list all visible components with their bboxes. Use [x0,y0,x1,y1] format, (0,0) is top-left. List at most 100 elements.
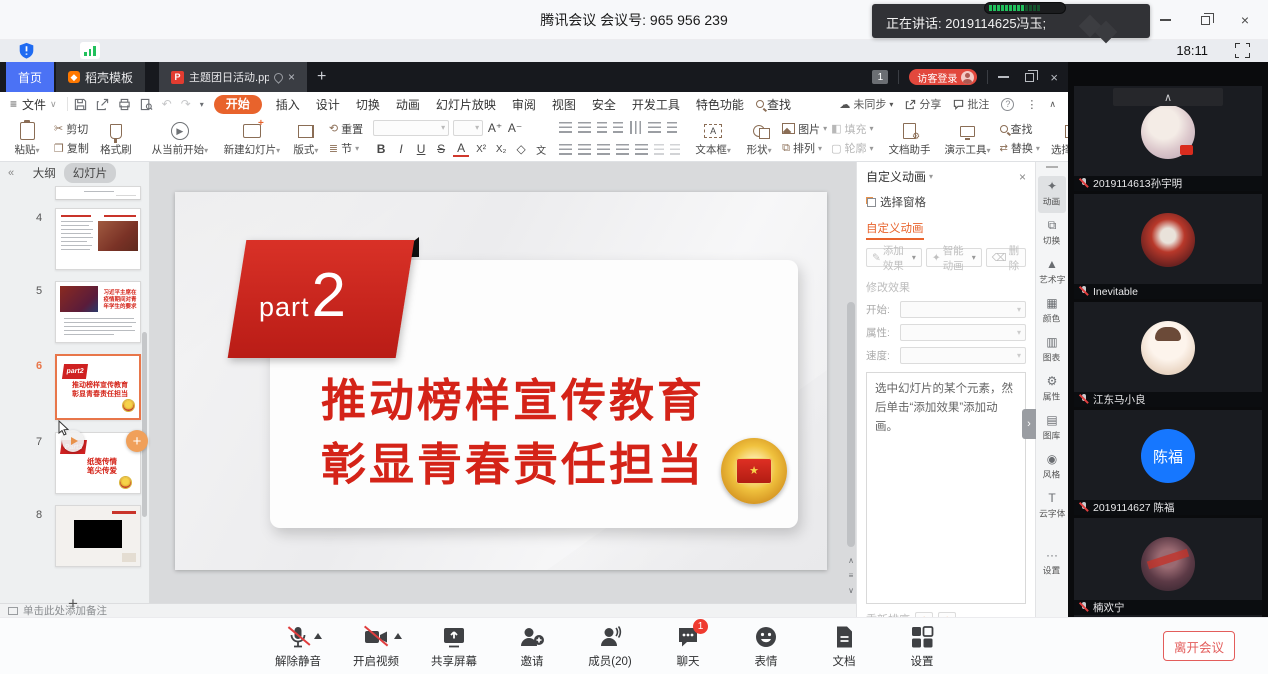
minimize-button[interactable] [1156,11,1174,29]
settings-button[interactable]: 设置 [896,624,948,669]
text-tools-button[interactable]: 文 [533,142,549,157]
tab-outline[interactable]: 大纲 [33,165,56,181]
tab-docer-templates[interactable]: ◆ 稻壳模板 [56,62,145,92]
start-video-button[interactable]: 开启视频 [350,624,402,669]
video-options-caret[interactable] [394,633,402,639]
participant-tile[interactable]: 楠欢宁 [1074,518,1262,617]
fullscreen-icon[interactable] [1235,43,1250,58]
sidebar-item-cloudfont[interactable]: T云字体 [1038,488,1066,525]
cut-button[interactable]: ✂剪切 [54,121,89,137]
arrange-button[interactable]: ⧉排列▾ [782,140,827,156]
play-from-current-button[interactable]: ▶ 从当前开始▾ [149,119,211,158]
smart-animation-button[interactable]: ✦智能动画▾ [926,248,982,267]
font-size-select[interactable]: ▾ [453,120,483,136]
align-left-icon[interactable] [559,144,572,155]
underline-button[interactable]: U [413,142,429,156]
picture-button[interactable]: 图片▾ [782,121,827,137]
sidebar-item-chart[interactable]: ▥图表 [1038,332,1066,369]
wps-minimize-button[interactable] [998,76,1009,78]
slide-thumb-4[interactable] [55,208,141,270]
shapes-button[interactable]: 形状▾ [740,119,778,158]
leave-meeting-button[interactable]: 离开会议 [1163,631,1235,661]
layout-button[interactable]: 版式▾ [287,119,325,158]
indent-right-icon[interactable] [670,144,680,155]
decrease-indent-icon[interactable] [597,122,607,133]
tab-slides[interactable]: 幻灯片 [64,163,117,183]
share-screen-button[interactable]: 共享屏幕 [428,624,480,669]
copy-button[interactable]: ❐复制 [54,140,89,156]
print-preview-icon[interactable] [140,98,153,111]
menu-devtools[interactable]: 开发工具 [624,96,688,113]
security-shield-icon[interactable] [18,42,35,59]
find-button[interactable]: 查找 [1000,121,1040,137]
strikethrough-button[interactable]: S [433,142,449,156]
slide-thumb-partial[interactable] [55,186,141,200]
outline-button[interactable]: ▢轮廓▾ [831,140,873,156]
align-center-icon[interactable] [578,144,591,155]
undo-icon[interactable]: ↶ [162,97,172,111]
more-menu-icon[interactable]: ⋮ [1026,98,1037,111]
chevron-down-icon[interactable]: ▾ [929,172,933,181]
mic-options-caret[interactable] [314,633,322,639]
fill-button[interactable]: ◧填充▾ [831,121,873,137]
menu-file[interactable]: 文件 [22,96,46,113]
text-direction-icon[interactable] [630,121,641,134]
thumbnails-scrollbar[interactable] [142,332,147,517]
increase-indent-icon[interactable] [613,122,623,133]
wps-restore-button[interactable] [1025,73,1034,82]
menu-transition[interactable]: 切换 [348,96,388,113]
new-tab-button[interactable]: + [307,62,336,92]
share-button[interactable]: 分享 [905,96,941,112]
guest-login-button[interactable]: 访客登录 [909,69,977,85]
sidebar-item-animation[interactable]: ✦动画 [1038,176,1066,213]
slide-thumb-6-selected[interactable]: part2 推动榜样宣传教育 彰显青春责任担当 [55,354,141,420]
section-button[interactable]: ≣节▾ [329,140,363,156]
comment-button[interactable]: 批注 [953,96,989,112]
slide-title-line2[interactable]: 彰显青春责任担当 [321,428,705,493]
close-panel-icon[interactable]: × [1019,170,1026,184]
bullet-list-icon[interactable] [559,122,572,133]
prev-slide-button[interactable]: ∧ [848,556,854,565]
distribute-icon[interactable] [635,144,648,155]
menu-review[interactable]: 审阅 [504,96,544,113]
sidebar-item-transition[interactable]: ⧉切换 [1038,215,1066,252]
superscript-button[interactable]: X² [473,144,489,155]
property-select[interactable]: ▾ [900,324,1026,341]
slide-title-line1[interactable]: 推动榜样宣传教育 [321,364,705,429]
wps-close-button[interactable]: × [1050,70,1058,85]
canvas-scrollbar[interactable] [846,162,856,603]
align-right-icon[interactable] [597,144,610,155]
collapse-ribbon-icon[interactable]: ∧ [1049,99,1056,110]
invite-button[interactable]: 邀请 [506,624,558,669]
restore-button[interactable] [1196,11,1214,29]
print-icon[interactable] [118,98,131,111]
doc-assistant-button[interactable]: 文档助手 [884,119,936,158]
textbox-button[interactable]: A 文本框▾ [690,119,736,158]
slide-editor-surface[interactable]: part 2 推动榜样宣传教育 彰显青春责任担当 [175,192,827,570]
sidebar-item-color[interactable]: ▦颜色 [1038,293,1066,330]
custom-animation-tab[interactable]: 自定义动画 [866,220,924,240]
close-button[interactable]: × [1236,11,1254,29]
start-select[interactable]: ▾ [900,301,1026,318]
close-tab-icon[interactable]: × [288,70,295,84]
help-icon[interactable]: ? [1001,98,1014,111]
next-slide-button[interactable]: ∨ [848,586,854,595]
replace-button[interactable]: ⇄替换▾ [1000,140,1040,156]
tab-home[interactable]: 首页 [6,62,54,92]
collapse-panel-icon[interactable]: « [8,167,14,179]
network-signal-icon[interactable] [80,42,100,59]
participant-tile[interactable]: 陈福 2019114627 陈福 [1074,410,1262,515]
indent-left-icon[interactable] [654,144,664,155]
italic-button[interactable]: I [393,142,409,156]
paste-button[interactable]: 粘贴▾ [4,119,50,158]
export-icon[interactable] [96,98,109,111]
collapse-pane-arrow[interactable]: › [1022,409,1036,439]
menu-find[interactable]: 查找 [756,96,791,113]
participant-tile[interactable]: 江东马小良 [1074,302,1262,407]
slide-canvas[interactable]: part 2 推动榜样宣传教育 彰显青春责任担当 ∧ ≡ ∨ [150,162,856,603]
new-slide-button[interactable]: 新建幻灯片▾ [221,119,283,158]
delete-effect-button[interactable]: ⌫删除 [986,248,1026,267]
participant-tile[interactable]: Inevitable [1074,194,1262,299]
menu-view[interactable]: 视图 [544,96,584,113]
increase-font-button[interactable]: A⁺ [487,121,503,135]
